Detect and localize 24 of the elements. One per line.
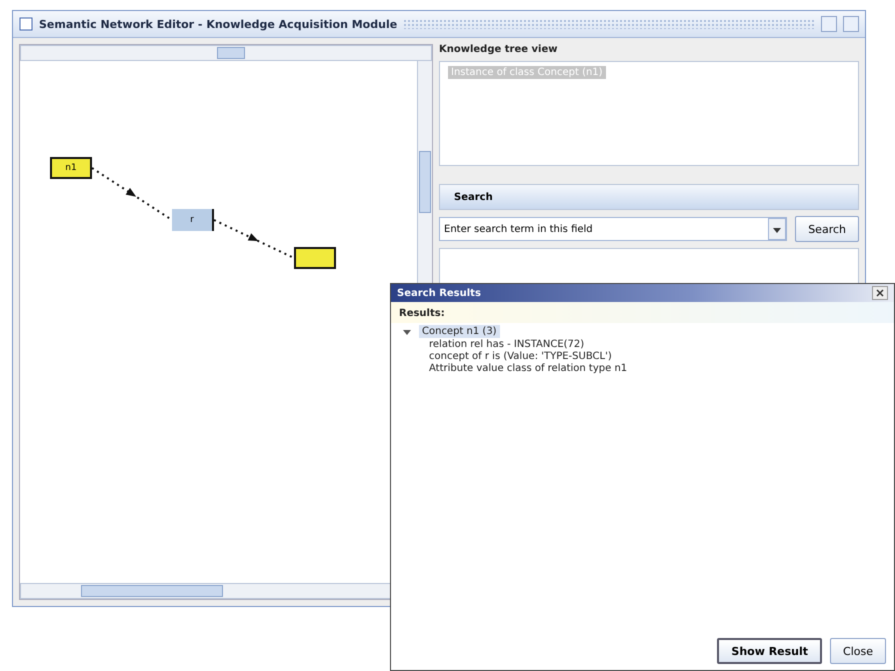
tree-item[interactable]: Concept n1 (3) [419, 325, 500, 338]
dropdown-button[interactable] [768, 218, 786, 240]
caret-icon [773, 228, 782, 234]
results-label: Results: [399, 308, 445, 319]
tree-item[interactable]: relation rel has - INSTANCE(72) [429, 339, 882, 350]
maximize-button[interactable] [821, 16, 837, 32]
dialog-title: Search Results [397, 288, 481, 298]
close-icon [876, 289, 884, 297]
concept-node: n1 [50, 157, 92, 179]
window-title: Semantic Network Editor - Knowledge Acquisition Module [39, 18, 398, 30]
tree-item[interactable]: Attribute value class of relation type n1 [429, 363, 882, 374]
close-dialog-button[interactable]: Close [830, 638, 886, 664]
show-result-button[interactable]: Show Result [717, 638, 822, 664]
section-header[interactable]: Search [439, 184, 859, 210]
panel-title: Knowledge tree view [439, 44, 558, 55]
close-button[interactable] [872, 286, 888, 300]
scrollbar[interactable] [20, 45, 432, 61]
window-icon [19, 17, 33, 31]
expand-icon[interactable] [403, 328, 411, 336]
search-button[interactable]: Search [795, 216, 859, 242]
search-field[interactable]: Enter search term in this field [439, 217, 788, 241]
concept-node [294, 247, 336, 269]
tree-item[interactable]: concept of r is (Value: 'TYPE-SUBCL') [429, 351, 882, 362]
relation-node: r [172, 209, 214, 231]
